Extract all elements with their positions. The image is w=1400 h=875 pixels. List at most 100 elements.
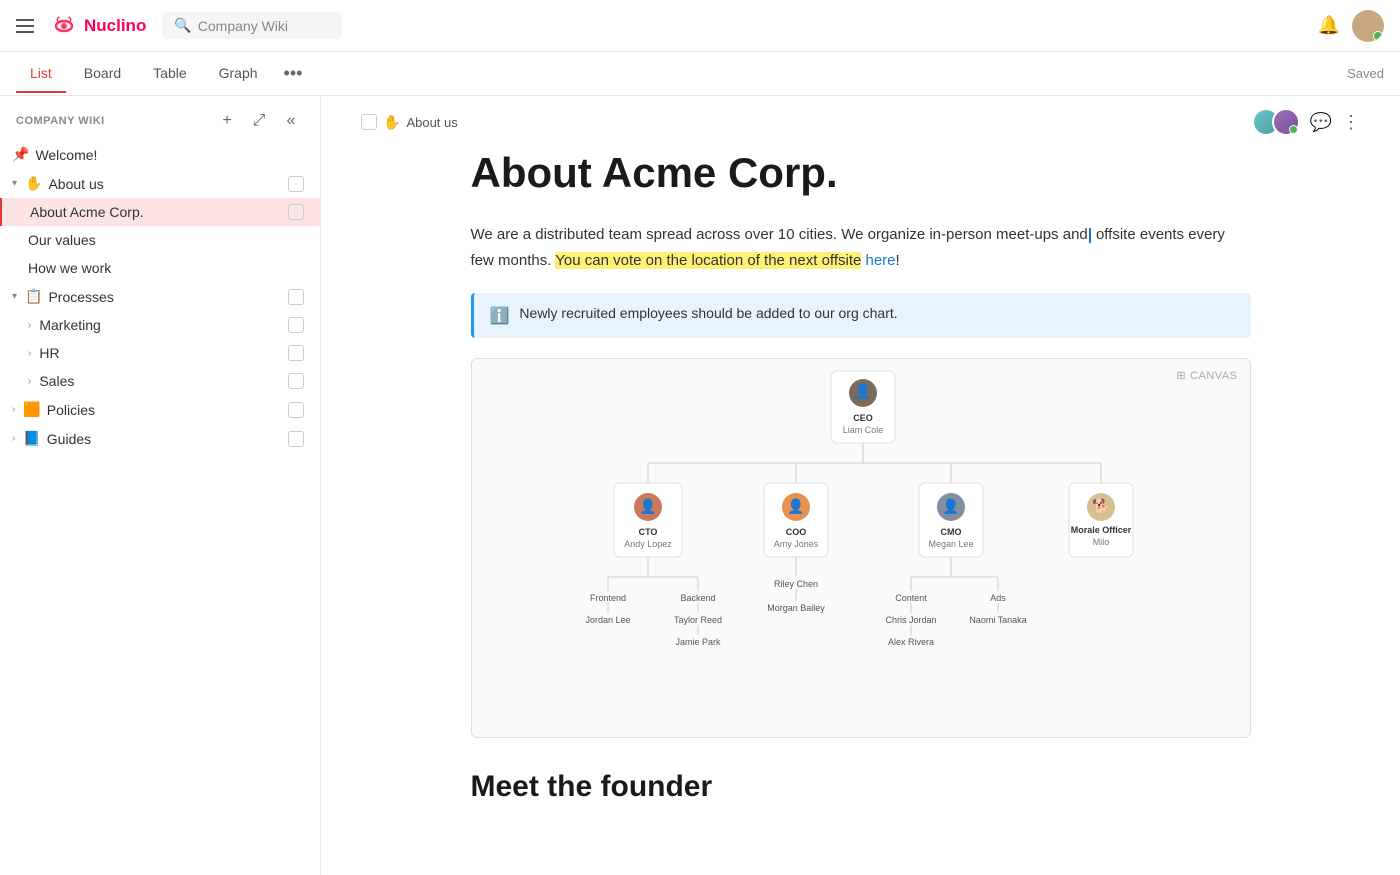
guides-check[interactable] xyxy=(288,431,304,447)
tab-graph[interactable]: Graph xyxy=(205,55,272,93)
svg-text:Morgan Bailey: Morgan Bailey xyxy=(767,603,825,613)
tab-table[interactable]: Table xyxy=(139,55,200,93)
sidebar-item-welcome[interactable]: 📌 Welcome! xyxy=(0,140,320,169)
about-acme-label: About Acme Corp. xyxy=(30,204,282,220)
policies-label: Policies xyxy=(47,402,282,418)
breadcrumb-text: About us xyxy=(406,115,457,130)
collaborators-group xyxy=(1252,108,1300,136)
doc-toolbar: 💬 ⋮ xyxy=(1252,108,1360,136)
sidebar: COMPANY WIKI + ⤢ « 📌 Welcome! ▾ ✋ About … xyxy=(0,96,321,875)
sidebar-item-policies[interactable]: › 🟧 Policies xyxy=(0,395,320,424)
tab-board[interactable]: Board xyxy=(70,55,135,93)
tab-more-button[interactable]: ••• xyxy=(280,59,307,88)
sidebar-item-about-acme[interactable]: About Acme Corp. xyxy=(0,198,320,226)
sidebar-item-hr[interactable]: › HR xyxy=(0,339,320,367)
processes-check[interactable] xyxy=(288,289,304,305)
top-nav: Nuclino 🔍 Company Wiki 🔔 xyxy=(0,0,1400,52)
chevron-right-icon-marketing: › xyxy=(28,320,31,331)
search-text: Company Wiki xyxy=(198,18,288,34)
more-options-button[interactable]: ⋮ xyxy=(1342,112,1360,133)
tab-list[interactable]: List xyxy=(16,55,66,93)
search-icon: 🔍 xyxy=(174,17,191,34)
page-body-1: We are a distributed team spread across … xyxy=(471,222,1251,273)
svg-text:Milo: Milo xyxy=(1092,537,1109,547)
comment-button[interactable]: 💬 xyxy=(1310,112,1332,133)
clipboard-icon: 📋 xyxy=(25,288,42,305)
chevron-down-icon: ▾ xyxy=(12,178,17,189)
svg-text:👤: 👤 xyxy=(787,498,804,515)
sidebar-item-about-us[interactable]: ▾ ✋ About us xyxy=(0,169,320,198)
main-layout: COMPANY WIKI + ⤢ « 📌 Welcome! ▾ ✋ About … xyxy=(0,96,1400,875)
sidebar-item-marketing[interactable]: › Marketing xyxy=(0,311,320,339)
sidebar-add-button[interactable]: + xyxy=(214,108,240,134)
svg-text:Morale Officer: Morale Officer xyxy=(1070,525,1131,535)
nav-right: 🔔 xyxy=(1318,10,1384,42)
pin-icon: 📌 xyxy=(12,146,29,163)
here-link[interactable]: here xyxy=(866,252,896,269)
sidebar-item-guides[interactable]: › 📘 Guides xyxy=(0,424,320,453)
content-area: ✋ About us 💬 ⋮ About Acme Corp. We are a… xyxy=(321,96,1400,875)
policies-check[interactable] xyxy=(288,402,304,418)
hr-label: HR xyxy=(39,345,282,361)
marketing-label: Marketing xyxy=(39,317,282,333)
processes-label: Processes xyxy=(48,289,282,305)
chevron-right-icon-sales: › xyxy=(28,376,31,387)
canvas-label: ⊞ CANVAS xyxy=(1176,369,1237,382)
svg-text:Naomi Tanaka: Naomi Tanaka xyxy=(969,615,1026,625)
info-icon: ℹ️ xyxy=(490,306,510,326)
sidebar-item-processes[interactable]: ▾ 📋 Processes xyxy=(0,282,320,311)
canvas-text: CANVAS xyxy=(1190,370,1237,382)
hr-check[interactable] xyxy=(288,345,304,361)
notifications-button[interactable]: 🔔 xyxy=(1318,15,1340,36)
sidebar-expand-button[interactable]: ⤢ xyxy=(246,108,272,134)
sidebar-actions: + ⤢ « xyxy=(214,108,304,134)
chevron-down-icon-processes: ▾ xyxy=(12,291,17,302)
logo[interactable]: Nuclino xyxy=(50,12,146,40)
sidebar-item-our-values[interactable]: Our values xyxy=(0,226,320,254)
info-box: ℹ️ Newly recruited employees should be a… xyxy=(471,293,1251,338)
tab-bar: List Board Table Graph ••• Saved xyxy=(0,52,1400,96)
svg-text:Content: Content xyxy=(895,593,927,603)
saved-status: Saved xyxy=(1347,66,1384,81)
sidebar-item-sales[interactable]: › Sales xyxy=(0,367,320,395)
chevron-right-icon-guides: › xyxy=(12,433,15,444)
chevron-right-icon-hr: › xyxy=(28,348,31,359)
hamburger-button[interactable] xyxy=(16,19,34,33)
svg-text:Jamie Park: Jamie Park xyxy=(675,637,721,647)
wave-icon: ✋ xyxy=(25,175,42,192)
svg-text:Backend: Backend xyxy=(680,593,715,603)
page-title: About Acme Corp. xyxy=(471,148,1251,198)
breadcrumb-checkbox[interactable] xyxy=(361,114,377,130)
svg-text:Amy Jones: Amy Jones xyxy=(773,539,818,549)
about-us-label: About us xyxy=(48,176,282,192)
search-bar[interactable]: 🔍 Company Wiki xyxy=(162,12,342,39)
svg-text:Taylor Reed: Taylor Reed xyxy=(673,615,721,625)
chevron-right-icon-policies: › xyxy=(12,404,15,415)
svg-text:Frontend: Frontend xyxy=(589,593,625,603)
svg-text:Ads: Ads xyxy=(990,593,1006,603)
info-text: Newly recruited employees should be adde… xyxy=(519,305,897,321)
sales-check[interactable] xyxy=(288,373,304,389)
collaborator-avatar-2[interactable] xyxy=(1272,108,1300,136)
svg-text:👤: 👤 xyxy=(639,498,656,515)
sidebar-item-label: Welcome! xyxy=(35,147,304,163)
guides-icon: 📘 xyxy=(23,430,40,447)
sidebar-item-how-we-work[interactable]: How we work xyxy=(0,254,320,282)
breadcrumb: ✋ About us xyxy=(361,114,458,131)
sales-label: Sales xyxy=(39,373,282,389)
about-us-check[interactable] xyxy=(288,176,304,192)
svg-text:CMO: CMO xyxy=(940,527,961,537)
breadcrumb-icon: ✋ xyxy=(383,114,400,131)
sidebar-collapse-button[interactable]: « xyxy=(278,108,304,134)
svg-text:Chris Jordan: Chris Jordan xyxy=(885,615,936,625)
about-acme-check[interactable] xyxy=(288,204,304,220)
sidebar-header: COMPANY WIKI + ⤢ « xyxy=(0,96,320,140)
marketing-check[interactable] xyxy=(288,317,304,333)
svg-text:👤: 👤 xyxy=(942,498,959,515)
user-avatar[interactable] xyxy=(1352,10,1384,42)
svg-text:🐕: 🐕 xyxy=(1092,498,1109,515)
policies-icon: 🟧 xyxy=(23,401,40,418)
canvas-icon: ⊞ xyxy=(1176,369,1186,382)
svg-text:👤: 👤 xyxy=(854,383,871,400)
app-name: Nuclino xyxy=(84,16,146,36)
